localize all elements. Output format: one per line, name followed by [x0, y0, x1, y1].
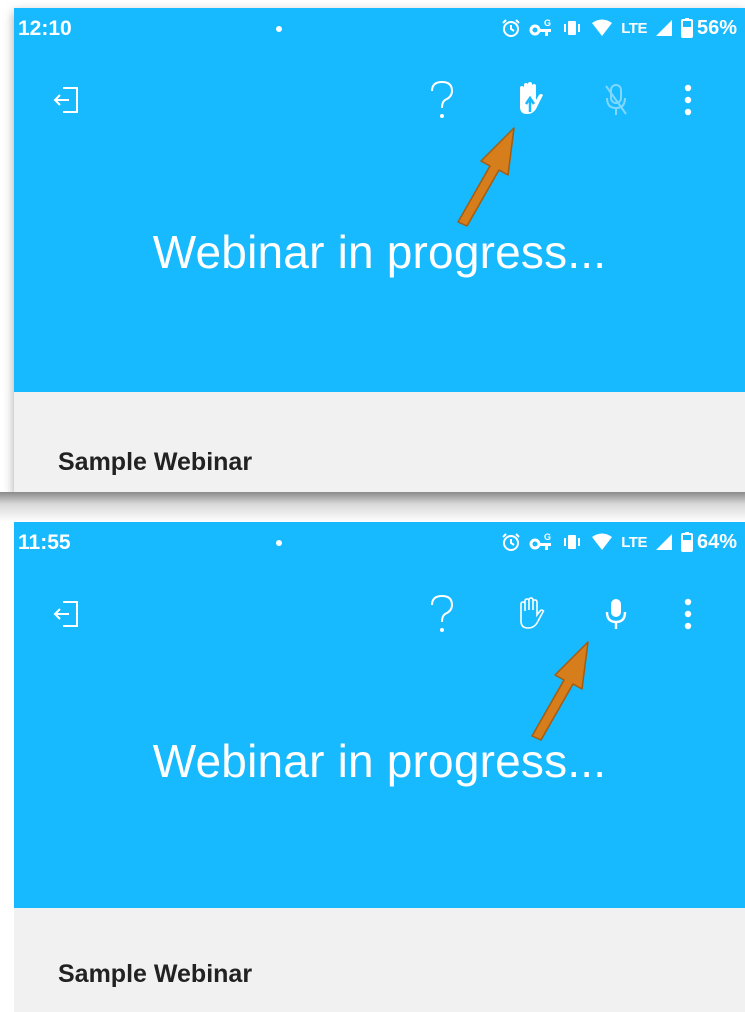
- notification-dot: [276, 26, 282, 32]
- vpn-key-icon: G: [529, 532, 551, 550]
- more-icon: [684, 598, 692, 630]
- vpn-key-icon: G: [529, 18, 551, 36]
- mic-button-disabled[interactable]: [592, 76, 640, 124]
- svg-text:G: G: [544, 532, 551, 542]
- signal-icon: [655, 534, 672, 550]
- battery-percent: 64%: [696, 530, 737, 553]
- screenshot-mic-enabled: 11:55 G LTE 64% Webinar in progress... S…: [14, 522, 745, 1012]
- webinar-name: Sample Webinar: [58, 448, 253, 476]
- webinar-name: Sample Webinar: [58, 960, 253, 988]
- annotation-arrow-hand: [457, 127, 515, 227]
- svg-text:G: G: [544, 18, 551, 28]
- app-header: 11:55 G LTE 64% Webinar in progress...: [14, 522, 745, 908]
- more-options-button[interactable]: [664, 590, 712, 638]
- screenshot-raised-hand: 12:10 G LTE 56% Webinar in progress... S…: [14, 8, 745, 494]
- status-icons: G LTE 56%: [501, 14, 737, 42]
- vibrate-icon: [564, 535, 581, 549]
- status-icons: G LTE 64%: [501, 528, 737, 556]
- network-type: LTE: [621, 533, 647, 551]
- exit-button[interactable]: [42, 590, 90, 638]
- status-bar: 12:10 G LTE 56%: [14, 8, 745, 48]
- battery-percent: 56%: [696, 16, 737, 39]
- wifi-icon: [592, 533, 613, 550]
- mic-off-icon: [605, 84, 627, 115]
- screenshot-divider: [0, 492, 745, 522]
- status-time: 12:10: [18, 17, 72, 40]
- more-options-button[interactable]: [664, 76, 712, 124]
- alarm-icon: [502, 19, 520, 37]
- hand-icon: [520, 597, 545, 629]
- help-icon: [431, 594, 454, 632]
- raise-hand-button[interactable]: [506, 76, 554, 124]
- battery-icon: [680, 532, 693, 552]
- toolbar: [14, 590, 745, 646]
- annotation-arrow-mic: [531, 641, 589, 741]
- toolbar: [14, 76, 745, 132]
- exit-button[interactable]: [42, 76, 90, 124]
- help-icon: [431, 80, 454, 118]
- app-header: 12:10 G LTE 56% Webinar in progress...: [14, 8, 745, 392]
- status-bar: 11:55 G LTE 64%: [14, 522, 745, 562]
- help-button[interactable]: [418, 590, 466, 638]
- webinar-status-heading: Webinar in progress...: [152, 226, 607, 278]
- battery-icon: [680, 18, 693, 38]
- notification-dot: [276, 540, 282, 546]
- vibrate-icon: [564, 21, 581, 35]
- status-time: 11:55: [18, 531, 71, 554]
- wifi-icon: [592, 19, 613, 36]
- exit-icon: [53, 87, 78, 113]
- signal-icon: [655, 20, 672, 36]
- webinar-status-heading: Webinar in progress...: [152, 735, 607, 787]
- more-icon: [684, 84, 692, 116]
- mic-button[interactable]: [592, 590, 640, 638]
- network-type: LTE: [621, 19, 647, 37]
- help-button[interactable]: [418, 76, 466, 124]
- exit-icon: [53, 601, 78, 627]
- alarm-icon: [502, 533, 520, 551]
- mic-icon: [605, 599, 627, 629]
- raised-hand-icon: [520, 82, 543, 114]
- raise-hand-button[interactable]: [506, 590, 554, 638]
